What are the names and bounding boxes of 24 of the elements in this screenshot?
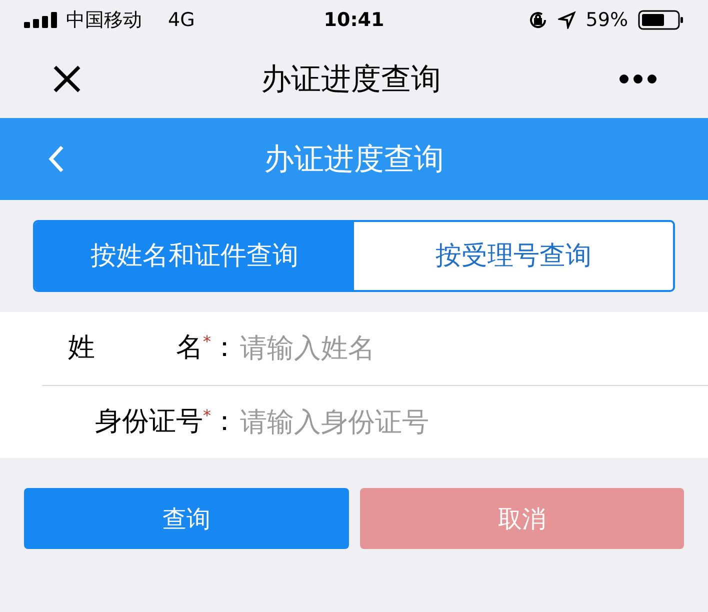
battery-percent: 59% — [586, 8, 628, 33]
required-mark: * — [203, 331, 211, 354]
rotation-lock-icon — [528, 10, 548, 30]
field-label: 身份证号 — [95, 404, 203, 439]
header-title: 办证进度查询 — [263, 140, 445, 178]
required-mark: * — [203, 404, 211, 427]
label-colon: ： — [211, 331, 238, 366]
close-icon — [52, 64, 82, 94]
text-field[interactable]: 请输入姓名 — [240, 324, 708, 374]
carrier-name: 中国移动 — [66, 8, 142, 33]
cancel-button[interactable]: 取消 — [360, 488, 684, 549]
label-colon: ： — [211, 404, 238, 439]
page-title: 办证进度查询 — [260, 60, 442, 98]
back-icon — [48, 145, 64, 173]
more-icon — [619, 74, 657, 84]
text-field[interactable]: 请输入身份证号 — [240, 397, 708, 447]
query-button[interactable]: 查询 — [24, 488, 348, 549]
location-arrow-icon — [558, 11, 576, 29]
network-type: 4G — [168, 8, 195, 33]
clock-time: 10:41 — [322, 8, 386, 33]
tab[interactable]: 按姓名和证件查询 — [35, 222, 354, 290]
field-label: 姓 名 — [68, 331, 203, 366]
battery-icon — [638, 10, 684, 30]
signal-icon — [24, 12, 58, 28]
